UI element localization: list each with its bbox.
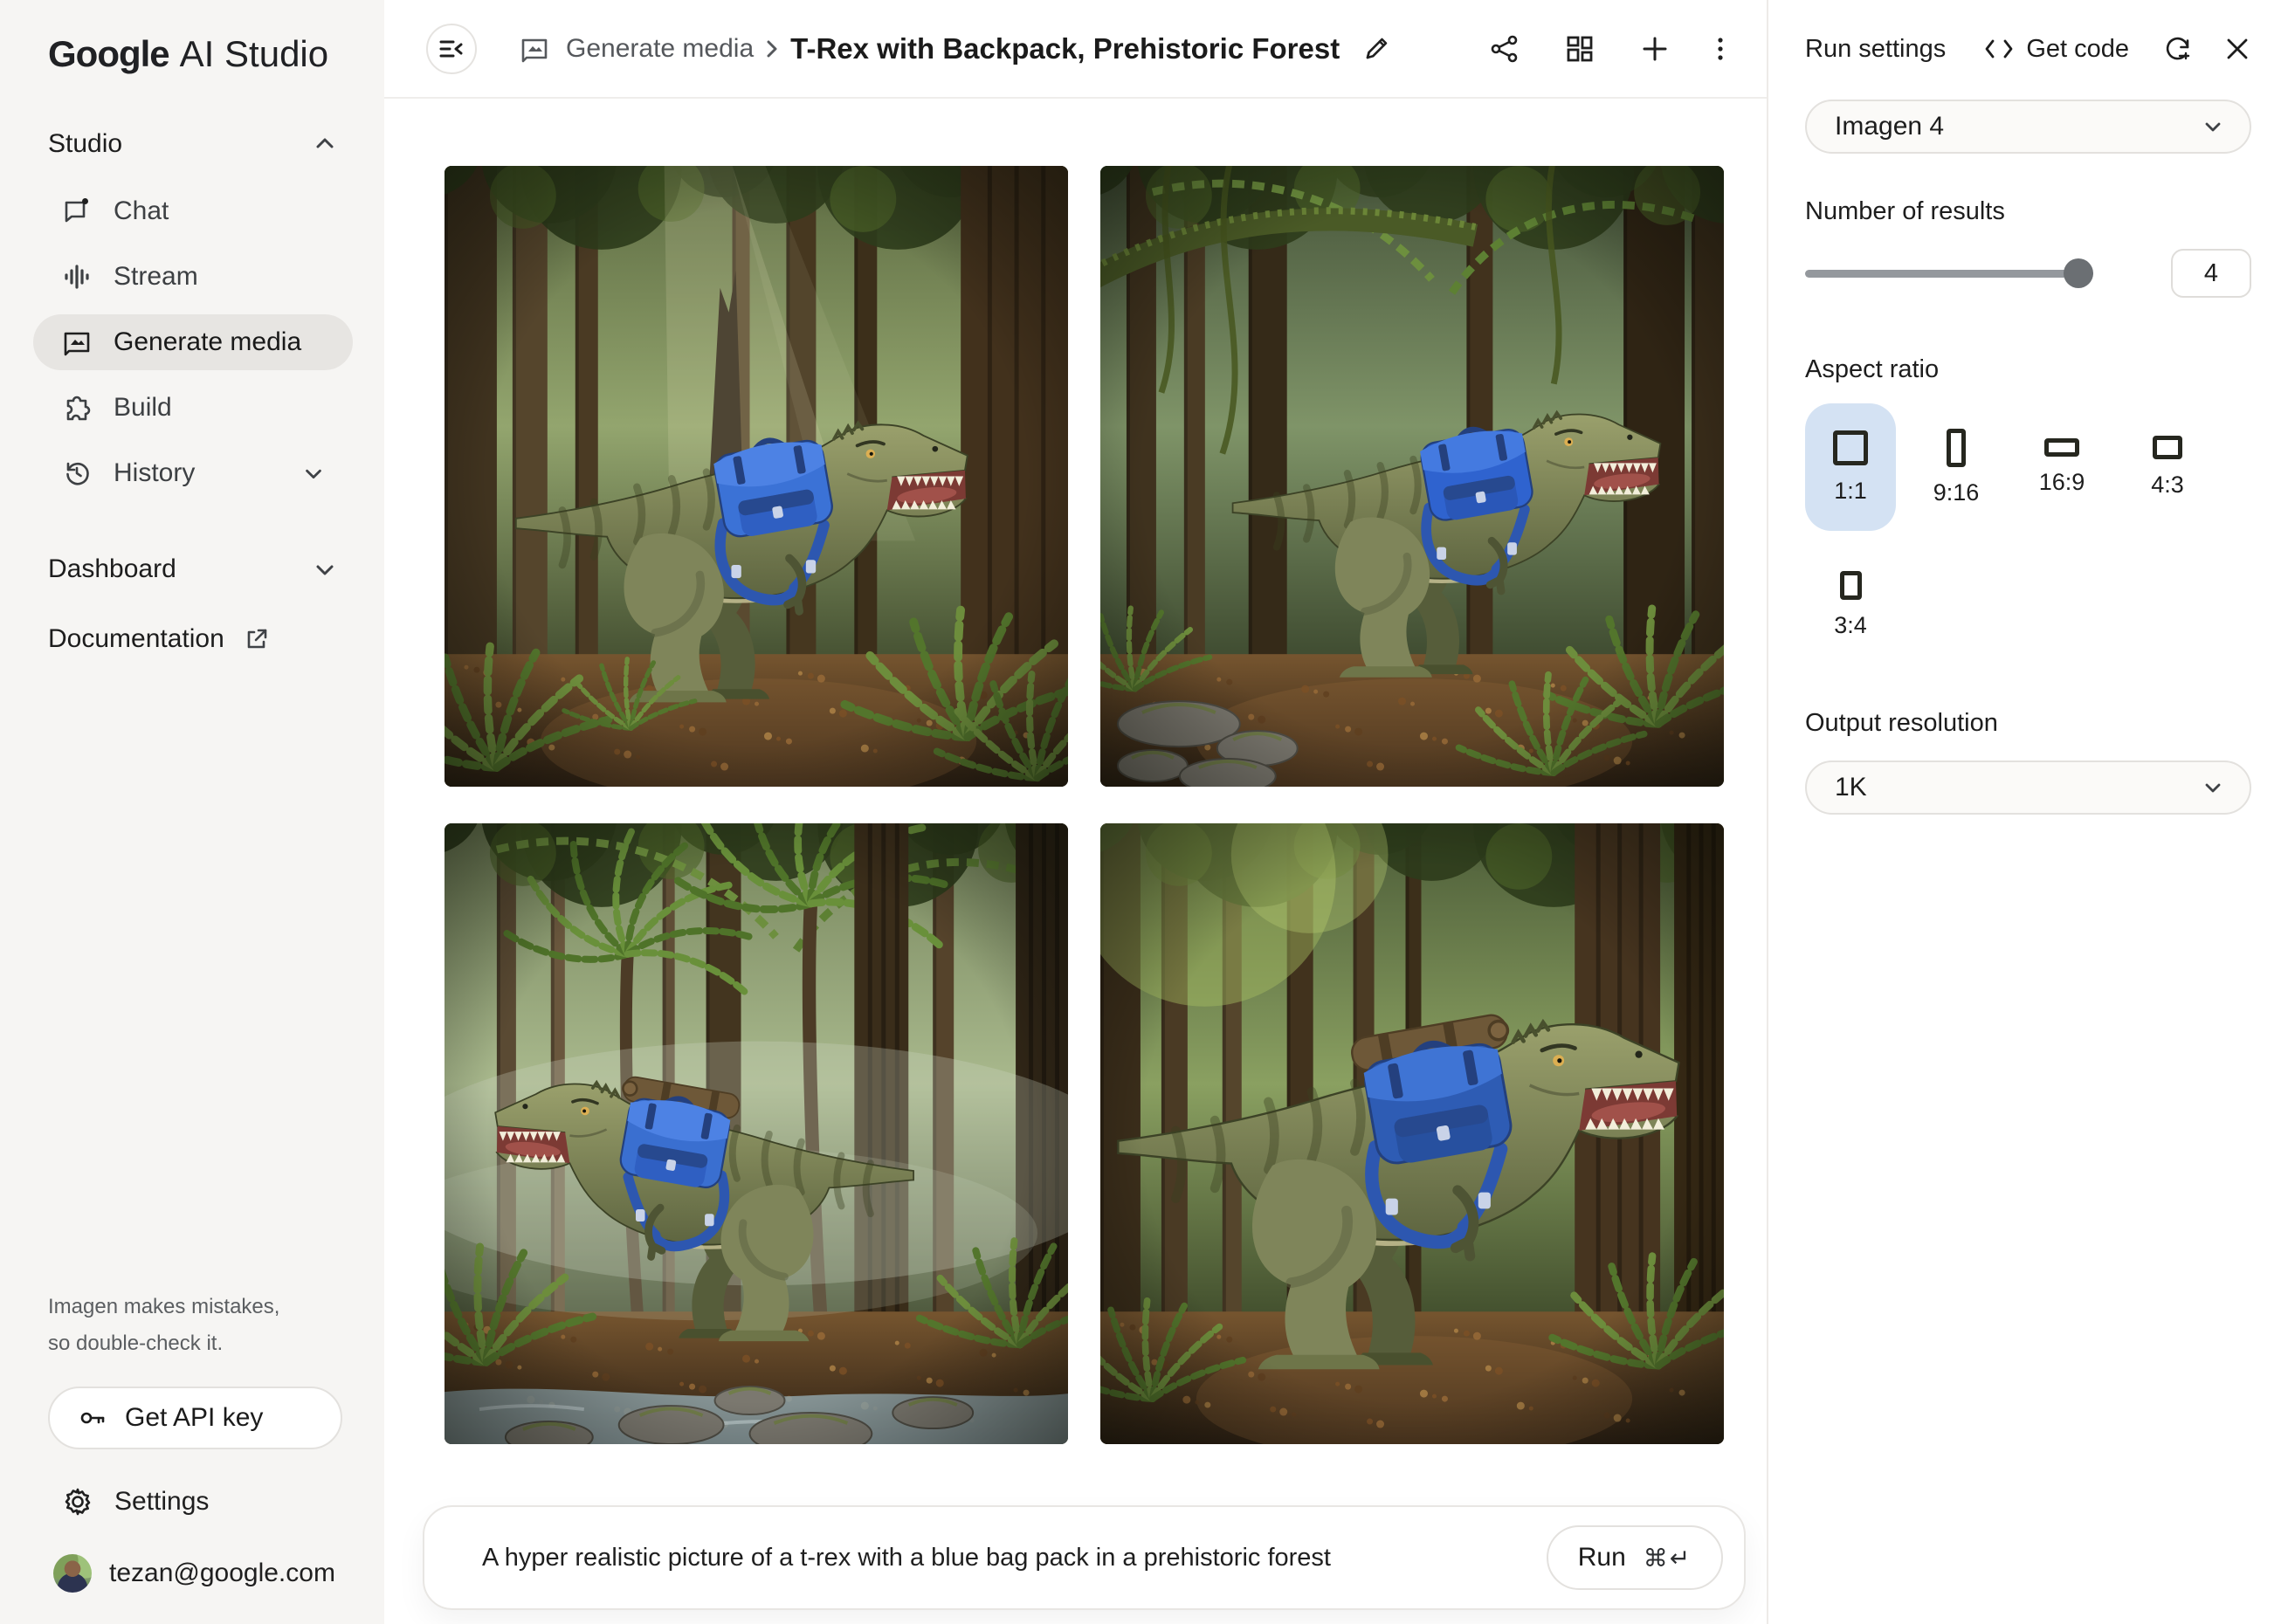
generated-image-4[interactable] <box>1100 823 1724 1444</box>
sidebar-section-studio[interactable]: Studio <box>48 129 337 159</box>
sidebar: Google AI Studio Studio Chat Stream <box>0 0 384 1624</box>
disclaimer-text: Imagen makes mistakes, so double-check i… <box>48 1289 342 1362</box>
sidebar-item-label: Build <box>114 393 172 423</box>
sidebar-item-label: Chat <box>114 196 169 226</box>
results-slider-thumb[interactable] <box>2064 258 2093 288</box>
documentation-label: Documentation <box>48 624 224 654</box>
sidebar-item-chat[interactable]: Chat <box>33 183 353 239</box>
sidebar-item-stream[interactable]: Stream <box>33 249 353 305</box>
aspect-3-4-icon <box>1840 571 1862 600</box>
apps-grid-icon[interactable] <box>1564 33 1595 65</box>
number-of-results-label: Number of results <box>1805 197 2251 226</box>
aspect-tile-9-16[interactable]: 9:16 <box>1911 403 2002 531</box>
google-ai-studio-logo[interactable]: Google AI Studio <box>0 0 384 75</box>
build-puzzle-icon <box>61 392 93 423</box>
edit-title-button[interactable] <box>1362 35 1390 63</box>
aspect-4-3-icon <box>2153 436 2182 459</box>
avatar <box>53 1554 92 1593</box>
output-resolution-value: 1K <box>1835 773 1867 802</box>
breadcrumb-chevron-icon <box>762 36 782 62</box>
get-code-label: Get code <box>2026 35 2129 64</box>
model-select[interactable]: Imagen 4 <box>1805 100 2251 154</box>
prompt-input[interactable] <box>424 1544 1547 1572</box>
aspect-tile-1-1[interactable]: 1:1 <box>1805 403 1896 531</box>
generated-images-grid <box>445 166 1724 1444</box>
aspect-1-1-icon <box>1833 430 1868 465</box>
aspect-9-16-icon <box>1947 429 1966 467</box>
aspect-tile-16-9[interactable]: 16:9 <box>2016 403 2107 531</box>
settings-label: Settings <box>114 1487 209 1517</box>
reset-settings-icon[interactable] <box>2162 33 2194 65</box>
sidebar-footer: Imagen makes mistakes, so double-check i… <box>0 1289 384 1624</box>
number-of-results-control: 4 <box>1805 249 2251 298</box>
chevron-down-icon <box>2201 775 2225 800</box>
chevron-down-icon <box>302 462 325 485</box>
model-select-value: Imagen 4 <box>1835 112 1944 141</box>
sidebar-section-dashboard[interactable]: Dashboard <box>48 554 337 584</box>
section-studio-label: Studio <box>48 129 122 159</box>
main-area: Generate media T-Rex with Backpack, Preh… <box>384 0 1767 1624</box>
sidebar-item-build[interactable]: Build <box>33 380 353 436</box>
aspect-ratio-label: Aspect ratio <box>1805 355 2251 384</box>
output-resolution-select[interactable]: 1K <box>1805 760 2251 815</box>
sidebar-item-label: History <box>114 458 195 488</box>
aspect-tile-4-3[interactable]: 4:3 <box>2122 403 2213 531</box>
output-resolution-label: Output resolution <box>1805 709 2251 738</box>
key-icon <box>78 1403 107 1433</box>
settings-button[interactable]: Settings <box>48 1486 342 1517</box>
get-api-key-button[interactable]: Get API key <box>48 1387 342 1449</box>
results-slider-track[interactable] <box>1805 270 2093 278</box>
aspect-16-9-icon <box>2044 438 2079 457</box>
sidebar-item-history[interactable]: History <box>33 445 353 501</box>
get-api-key-label: Get API key <box>125 1403 263 1433</box>
close-panel-icon[interactable] <box>2223 35 2251 63</box>
section-dashboard-label: Dashboard <box>48 554 176 584</box>
breadcrumb[interactable]: Generate media <box>519 33 754 65</box>
breadcrumb-label: Generate media <box>566 34 754 64</box>
stream-waveform-icon <box>61 261 93 292</box>
generated-image-3[interactable] <box>445 823 1068 1444</box>
generated-image-1[interactable] <box>445 166 1068 787</box>
external-link-icon <box>244 626 270 652</box>
more-options-kebab-icon[interactable] <box>1714 33 1726 65</box>
sidebar-item-documentation[interactable]: Documentation <box>48 624 337 654</box>
sidebar-item-generate-media[interactable]: Generate media <box>33 314 353 370</box>
gear-icon <box>62 1486 93 1517</box>
account-email: tezan@google.com <box>109 1559 335 1588</box>
account-row[interactable]: tezan@google.com <box>48 1554 342 1593</box>
run-label: Run <box>1578 1543 1626 1572</box>
run-button[interactable]: Run ⌘↵ <box>1547 1525 1723 1590</box>
run-settings-panel: Run settings Get code Imagen 4 Number of… <box>1767 0 2288 1624</box>
chevron-down-icon <box>2201 114 2225 139</box>
history-icon <box>61 458 93 489</box>
generated-image-2[interactable] <box>1100 166 1724 787</box>
page-title: T-Rex with Backpack, Prehistoric Forest <box>790 32 1340 65</box>
logo-brand: Google <box>48 33 169 75</box>
generate-media-icon <box>61 327 93 358</box>
sidebar-nav: Chat Stream Generate media Build <box>0 183 384 511</box>
get-code-button[interactable]: Get code <box>1984 35 2129 64</box>
prompt-bar: Run ⌘↵ <box>423 1505 1746 1610</box>
aspect-tile-3-4[interactable]: 3:4 <box>1805 557 1896 653</box>
share-icon[interactable] <box>1489 33 1520 65</box>
chevron-up-icon <box>313 132 337 156</box>
enter-key-glyph: ↵ <box>1670 1544 1692 1572</box>
results-value-input[interactable]: 4 <box>2171 249 2251 298</box>
chevron-down-icon <box>313 557 337 581</box>
sidebar-item-label: Stream <box>114 262 198 292</box>
collapse-sidebar-button[interactable] <box>426 24 477 74</box>
app-window: Google AI Studio Studio Chat Stream <box>0 0 2288 1624</box>
media-breadcrumb-icon <box>519 33 550 65</box>
logo-product: AI Studio <box>180 33 328 75</box>
sidebar-item-label: Generate media <box>114 327 301 357</box>
topbar: Generate media T-Rex with Backpack, Preh… <box>384 0 1767 99</box>
new-plus-icon[interactable] <box>1639 33 1671 65</box>
pencil-icon <box>1362 35 1390 63</box>
code-brackets-icon <box>1984 36 2014 62</box>
cmd-key-glyph: ⌘ <box>1644 1544 1670 1572</box>
menu-collapse-icon <box>437 34 466 64</box>
chat-icon <box>61 196 93 227</box>
panel-title: Run settings <box>1805 35 1946 64</box>
